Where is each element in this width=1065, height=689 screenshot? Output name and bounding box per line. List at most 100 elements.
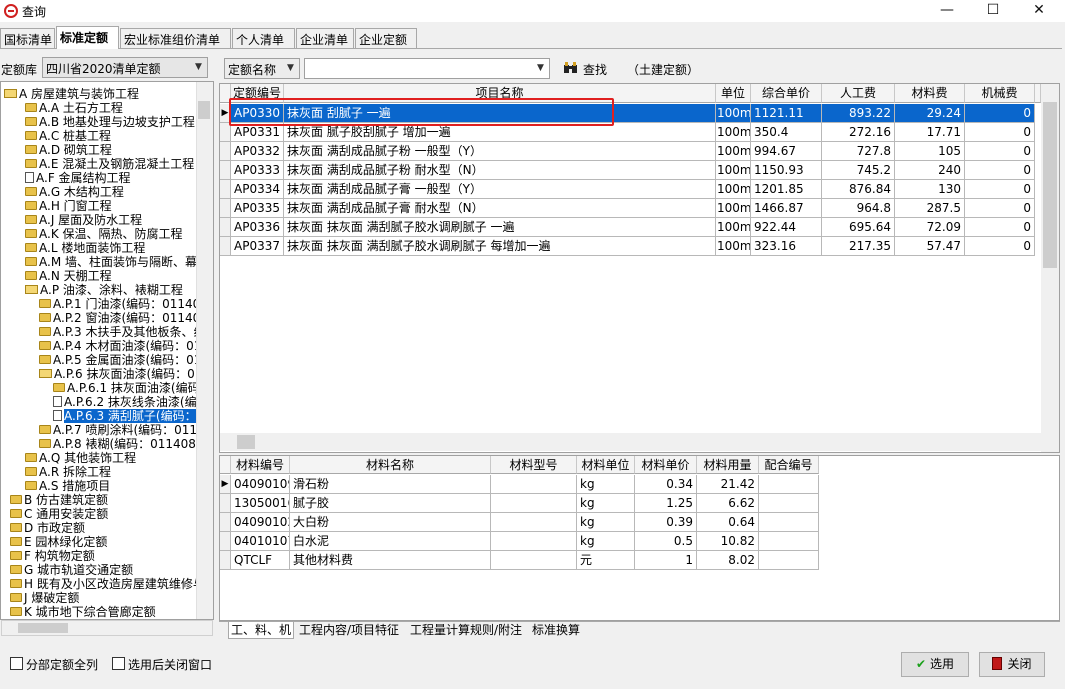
maximize-button[interactable]: ☐: [970, 0, 1016, 22]
column-header[interactable]: 材料名称: [290, 456, 491, 474]
tree-node[interactable]: A.Q 其他装饰工程: [25, 451, 136, 465]
column-header[interactable]: 配合编号: [759, 456, 819, 474]
table-row[interactable]: AP0334 抹灰面 满刮成品腻子膏 一般型（Y） 100m2 1201.85 …: [220, 180, 1041, 199]
tab-enterprise-quota[interactable]: 企业定额: [355, 28, 417, 48]
tree-node[interactable]: A.P.4 木材面油漆(编码：011404): [39, 339, 213, 353]
tree-node[interactable]: F 构筑物定额: [10, 549, 95, 563]
tree-scroll-thumb[interactable]: [198, 101, 210, 119]
table-row[interactable]: AP0335 抹灰面 满刮成品腻子膏 耐水型（N） 100m2 1466.87 …: [220, 199, 1041, 218]
tree-hscroll-thumb[interactable]: [18, 623, 68, 633]
material-grid[interactable]: 材料编号 材料名称 材料型号 材料单位 材料单价 材料用量 配合编号 ▶ 040…: [219, 455, 1060, 621]
tree-node[interactable]: A.C 桩基工程: [25, 129, 111, 143]
folder-icon: [10, 523, 22, 532]
tab-hongye-list[interactable]: 宏业标准组价清单: [120, 28, 231, 48]
minimize-button[interactable]: —: [924, 0, 970, 22]
table-row[interactable]: 04010107 白水泥 kg 0.5 10.82: [220, 532, 819, 551]
cell-code: AP0334: [231, 180, 284, 199]
cell-code: AP0337: [231, 237, 284, 256]
table-row[interactable]: ▶ 04090109 滑石粉 kg 0.34 21.42: [220, 475, 819, 494]
tree-node[interactable]: A.P.3 木扶手及其他板条、线条油漆: [39, 325, 213, 339]
tab-national-list[interactable]: 国标清单: [0, 28, 55, 48]
column-header[interactable]: 材料编号: [231, 456, 290, 474]
tree-node[interactable]: A.J 屋面及防水工程: [25, 213, 142, 227]
category-tree[interactable]: A 房屋建筑与装饰工程 A.A 土石方工程 A.B 地基处理与边坡支护工程 A.…: [0, 81, 214, 620]
cell-mat-model: [491, 513, 577, 532]
library-select[interactable]: 四川省2020清单定额 ▼: [42, 57, 208, 78]
cell-price: 1121.11: [751, 104, 822, 123]
column-header[interactable]: 材料费: [895, 84, 965, 103]
tree-node[interactable]: A.H 门窗工程: [25, 199, 112, 213]
tree-node[interactable]: A.L 楼地面装饰工程: [25, 241, 145, 255]
tree-node[interactable]: J 爆破定额: [10, 591, 79, 605]
tree-node[interactable]: G 城市轨道交通定额: [10, 563, 133, 577]
column-header[interactable]: 人工费: [822, 84, 895, 103]
tree-node[interactable]: A.F 金属结构工程: [25, 171, 131, 185]
tree-node[interactable]: A.P 油漆、涂料、裱糊工程: [25, 283, 183, 297]
column-header[interactable]: 综合单价: [751, 84, 822, 103]
tab-standard-quota[interactable]: 标准定额: [56, 26, 119, 49]
close-button[interactable]: 关闭: [979, 652, 1045, 677]
grid-hscroll-thumb[interactable]: [237, 435, 255, 449]
tree-node[interactable]: A.E 混凝土及钢筋混凝土工程: [25, 157, 194, 171]
tree-node[interactable]: A.N 天棚工程: [25, 269, 112, 283]
tab-standard-conversion[interactable]: 标准换算: [530, 622, 582, 639]
tab-enterprise-list[interactable]: 企业清单: [296, 28, 354, 48]
binoculars-icon[interactable]: [563, 61, 579, 75]
tree-node[interactable]: A.P.8 裱糊(编码：011408): [39, 437, 201, 451]
tree-node[interactable]: A.A 土石方工程: [25, 101, 123, 115]
table-row[interactable]: AP0332 抹灰面 满刮成品腻子粉 一般型（Y） 100m2 994.67 7…: [220, 142, 1041, 161]
table-row[interactable]: 13050016 腻子胶 kg 1.25 6.62: [220, 494, 819, 513]
tree-node[interactable]: C 通用安装定额: [10, 507, 108, 521]
search-input[interactable]: ▼: [304, 58, 550, 79]
grid-horizontal-scrollbar[interactable]: [220, 433, 1041, 451]
tree-node[interactable]: A.P.6.2 抹灰线条油漆(编码：011406002): [53, 395, 213, 409]
table-row[interactable]: AP0336 抹灰面 抹灰面 满刮腻子胶水调刷腻子 一遍 100m2 922.4…: [220, 218, 1041, 237]
tab-calc-rules[interactable]: 工程量计算规则/附注: [408, 622, 524, 639]
tree-node-selected[interactable]: A.P.6.3 满刮腻子(编码：: [53, 409, 197, 423]
check-all-checkbox[interactable]: [10, 657, 23, 670]
tree-node[interactable]: A.G 木结构工程: [25, 185, 124, 199]
column-header[interactable]: 材料单位: [577, 456, 635, 474]
tree-node[interactable]: A.D 砌筑工程: [25, 143, 112, 157]
tree-node[interactable]: K 城市地下综合管廊定额: [10, 605, 156, 619]
tree-node[interactable]: A.M 墙、柱面装饰与隔断、幕墙工程: [25, 255, 213, 269]
close-after-select-checkbox[interactable]: [112, 657, 125, 670]
tree-node[interactable]: D 市政定额: [10, 521, 85, 535]
tree-node[interactable]: A.P.7 喷刷涂料(编码：011407): [39, 423, 213, 437]
column-header[interactable]: 材料用量: [697, 456, 759, 474]
tree-node[interactable]: E 园林绿化定额: [10, 535, 107, 549]
cell-code: AP0333: [231, 161, 284, 180]
cell-unit: 100m2: [716, 161, 751, 180]
table-row[interactable]: 04090102 大白粉 kg 0.39 0.64: [220, 513, 819, 532]
tree-node[interactable]: A.P.5 金属面油漆(编码：011405): [39, 353, 213, 367]
tab-personal-list[interactable]: 个人清单: [232, 28, 295, 48]
grid-scroll-thumb[interactable]: [1043, 102, 1057, 268]
tree-node[interactable]: A.P.1 门油漆(编码：011401): [39, 297, 213, 311]
tree-node[interactable]: A.R 拆除工程: [25, 465, 111, 479]
tree-node[interactable]: A.K 保温、隔热、防腐工程: [25, 227, 183, 241]
table-row[interactable]: AP0337 抹灰面 抹灰面 满刮腻子胶水调刷腻子 每增加一遍 100m2 32…: [220, 237, 1041, 256]
tree-node[interactable]: H 既有及小区改造房屋建筑维修与加固定额: [10, 577, 213, 591]
column-header[interactable]: 材料单价: [635, 456, 697, 474]
column-header[interactable]: 机械费: [965, 84, 1035, 103]
tree-node[interactable]: A 房屋建筑与装饰工程: [4, 87, 139, 101]
tree-node[interactable]: A.P.2 窗油漆(编码：011402): [39, 311, 213, 325]
close-window-button[interactable]: ✕: [1016, 0, 1062, 22]
tree-vertical-scrollbar[interactable]: [196, 82, 213, 619]
cell-unit: 100m2: [716, 199, 751, 218]
tab-labor-material-machine[interactable]: 工、料、机: [228, 622, 295, 639]
table-row[interactable]: AP0333 抹灰面 满刮成品腻子粉 耐水型（N） 100m2 1150.93 …: [220, 161, 1041, 180]
tree-node[interactable]: A.P.6 抹灰面油漆(编码：011406): [39, 367, 213, 381]
search-field-select[interactable]: 定额名称 ▼: [224, 58, 300, 79]
quota-grid[interactable]: 定额编号 项目名称 单位 综合单价 人工费 材料费 机械费 ▶ AP0330 抹…: [219, 83, 1060, 453]
tree-node[interactable]: A.S 措施项目: [25, 479, 110, 493]
table-row[interactable]: QTCLF 其他材料费 元 1 8.02: [220, 551, 819, 570]
column-header[interactable]: 材料型号: [491, 456, 577, 474]
find-button[interactable]: 查找: [583, 61, 607, 78]
column-header[interactable]: 单位: [716, 84, 751, 103]
tree-node[interactable]: A.B 地基处理与边坡支护工程: [25, 115, 195, 129]
tab-work-content[interactable]: 工程内容/项目特征: [297, 622, 401, 639]
tree-node[interactable]: B 仿古建筑定额: [10, 493, 108, 507]
tree-node[interactable]: A.P.6.1 抹灰面油漆(编码：011406001): [53, 381, 213, 395]
select-button[interactable]: ✔ 选用: [901, 652, 969, 677]
